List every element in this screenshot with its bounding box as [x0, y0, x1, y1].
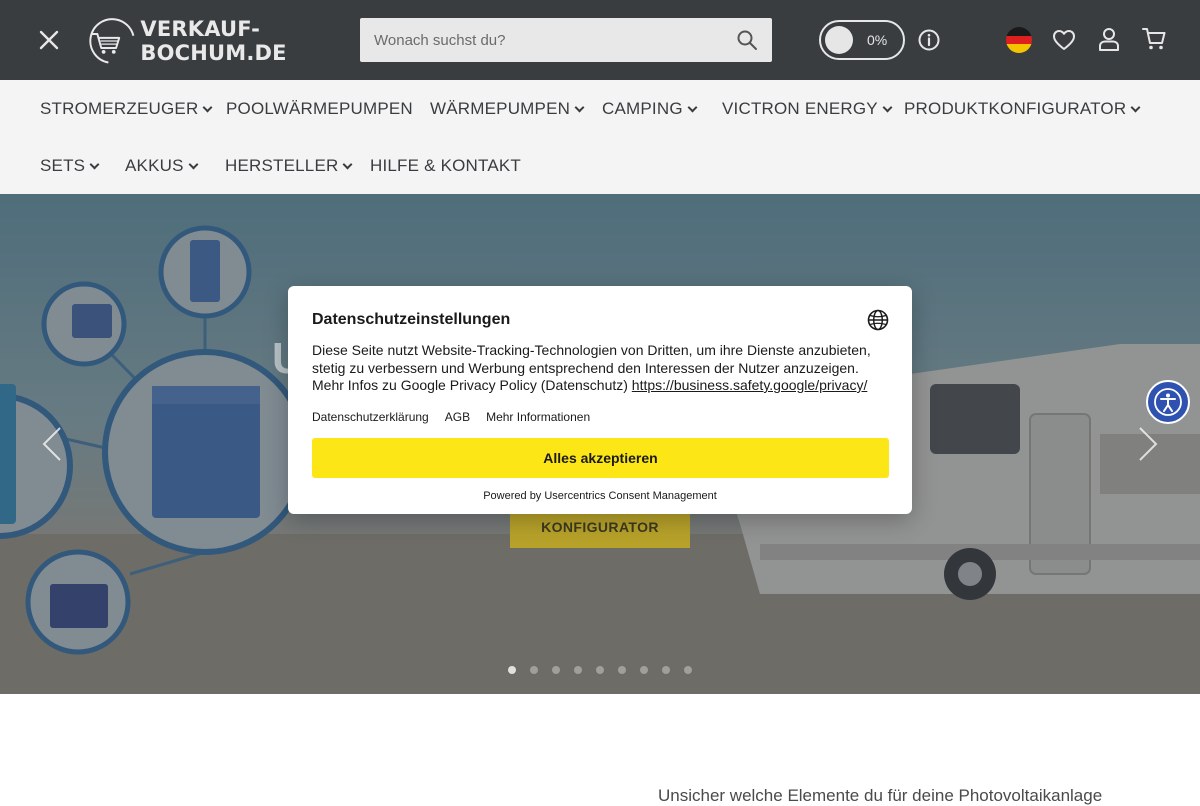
chevron-right-icon[interactable]: [1136, 426, 1160, 462]
nav-item-label: VICTRON ENERGY: [722, 99, 878, 118]
logo-text: VERKAUF-BOCHUM.DE: [140, 17, 287, 65]
accept-all-button[interactable]: Alles akzeptieren: [312, 438, 889, 478]
nav-item-label: HILFE & KONTAKT: [370, 156, 521, 175]
consent-description: Diese Seite nutzt Website-Tracking-Techn…: [312, 342, 892, 395]
nav-item-camping[interactable]: CAMPING: [602, 99, 698, 119]
chevron-down-icon: [687, 102, 698, 113]
intro-text: Unsicher welche Elemente du für deine Ph…: [658, 786, 1103, 805]
nav-item-victron-energy[interactable]: VICTRON ENERGY: [722, 99, 893, 119]
logo-cart-icon: [89, 18, 136, 64]
chevron-left-icon[interactable]: [40, 426, 64, 462]
nav-item-label: WÄRMEPUMPEN: [430, 99, 571, 118]
info-icon[interactable]: [917, 28, 941, 52]
chevron-down-icon: [89, 159, 100, 170]
nav-item-produktkonfigurator[interactable]: PRODUKTKONFIGURATOR: [904, 99, 1141, 119]
chevron-down-icon: [1130, 102, 1141, 113]
main-navigation: STROMERZEUGER POOLWÄRMEPUMPEN WÄRMEPUMPE…: [0, 80, 1200, 194]
user-icon[interactable]: [1097, 26, 1121, 52]
slider-dot[interactable]: [618, 666, 626, 674]
close-icon[interactable]: [36, 27, 62, 53]
chevron-down-icon: [188, 159, 199, 170]
more-information-link[interactable]: Mehr Informationen: [486, 410, 590, 424]
powered-by-text: Powered by Usercentrics Consent Manageme…: [483, 490, 717, 502]
toggle-knob: [825, 26, 853, 54]
chevron-down-icon: [203, 102, 213, 113]
consent-dialog: Datenschutzeinstellungen Diese Seite nut…: [288, 286, 912, 514]
search-box: [360, 18, 772, 62]
nav-item-label: PRODUKTKONFIGURATOR: [904, 99, 1127, 118]
search-icon[interactable]: [736, 29, 758, 51]
heart-icon[interactable]: [1051, 27, 1077, 53]
nav-item-sets[interactable]: SETS: [40, 156, 100, 176]
consent-title: Datenschutzeinstellungen: [312, 311, 511, 328]
nav-item-label: STROMERZEUGER: [40, 99, 199, 118]
slider-dot[interactable]: [508, 666, 516, 674]
globe-icon[interactable]: [867, 309, 889, 331]
slider-dot[interactable]: [662, 666, 670, 674]
toggle-label: 0%: [867, 32, 888, 48]
nav-item-waermepumpen[interactable]: WÄRMEPUMPEN: [430, 99, 585, 119]
nav-item-label: POOLWÄRMEPUMPEN: [226, 99, 413, 118]
site-header: VERKAUF-BOCHUM.DE 0%: [0, 0, 1200, 80]
slider-dot[interactable]: [596, 666, 604, 674]
chevron-down-icon: [882, 102, 893, 113]
site-logo[interactable]: VERKAUF-BOCHUM.DE: [88, 10, 348, 72]
nav-item-label: CAMPING: [602, 99, 683, 118]
slider-dot[interactable]: [684, 666, 692, 674]
slider-dot[interactable]: [574, 666, 582, 674]
agb-link[interactable]: AGB: [445, 410, 470, 424]
chevron-down-icon: [574, 102, 585, 113]
slider-dot[interactable]: [640, 666, 648, 674]
germany-flag-icon[interactable]: [1006, 27, 1032, 53]
accessibility-button[interactable]: [1146, 380, 1190, 424]
search-input[interactable]: [360, 18, 720, 62]
net-price-toggle[interactable]: 0%: [819, 20, 905, 60]
slider-dots: [508, 666, 692, 674]
privacy-policy-link[interactable]: https://business.safety.google/privacy/: [632, 377, 868, 393]
nav-item-label: SETS: [40, 156, 86, 175]
slider-dot[interactable]: [552, 666, 560, 674]
nav-item-label: AKKUS: [125, 156, 184, 175]
nav-item-stromerzeuger[interactable]: STROMERZEUGER: [40, 99, 213, 119]
nav-item-hersteller[interactable]: HERSTELLER: [225, 156, 353, 176]
cart-icon[interactable]: [1141, 26, 1167, 52]
nav-item-label: HERSTELLER: [225, 156, 339, 175]
consent-links: Datenschutzerklärung AGB Mehr Informatio…: [312, 410, 590, 424]
nav-item-akkus[interactable]: AKKUS: [125, 156, 199, 176]
privacy-statement-link[interactable]: Datenschutzerklärung: [312, 410, 429, 424]
nav-item-hilfe-kontakt[interactable]: HILFE & KONTAKT: [370, 156, 521, 176]
accessibility-icon: [1154, 388, 1182, 416]
slider-dot[interactable]: [530, 666, 538, 674]
chevron-down-icon: [343, 159, 353, 170]
nav-item-poolwaermepumpen[interactable]: POOLWÄRMEPUMPEN: [226, 99, 413, 119]
